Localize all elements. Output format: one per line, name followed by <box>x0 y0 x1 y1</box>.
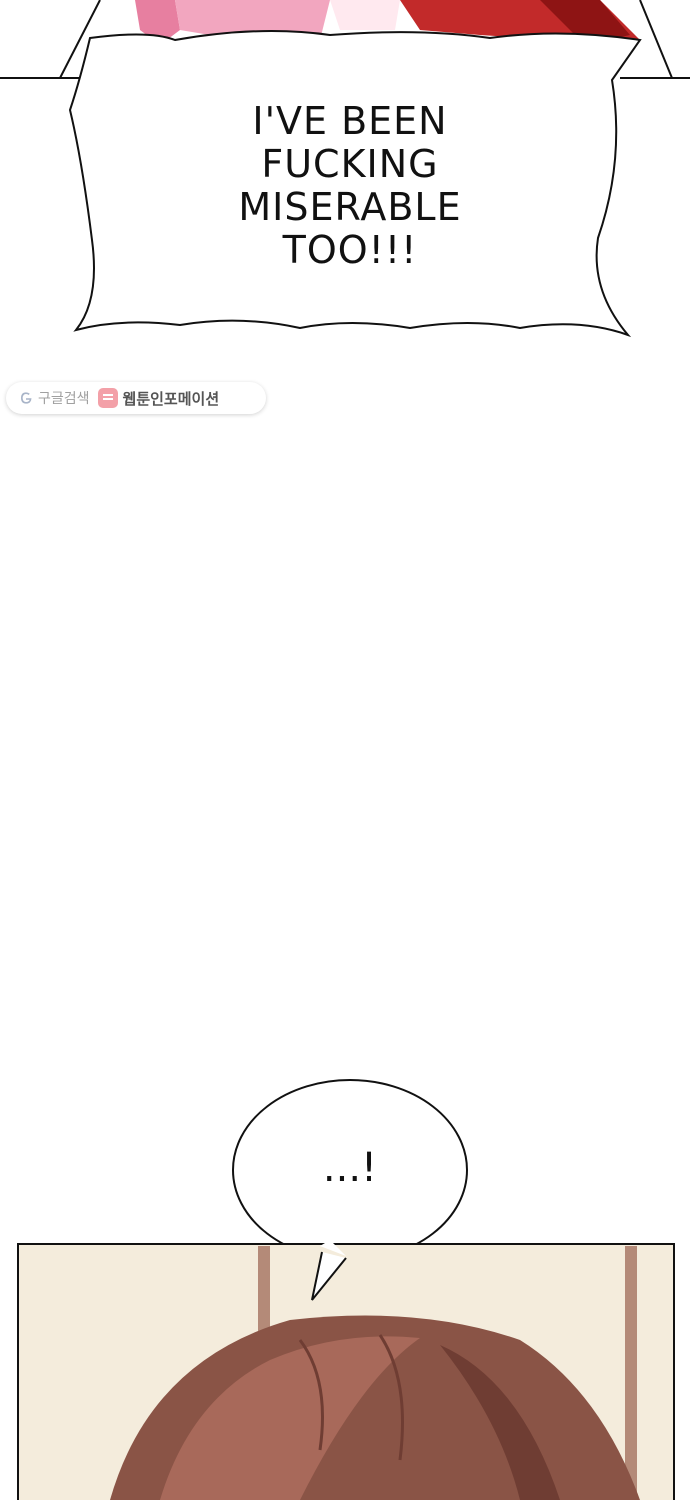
webtoon-logo-icon <box>97 388 118 408</box>
speech-bubble-text: ...! <box>322 1145 378 1191</box>
shout-line-3: MISERABLE <box>238 185 462 229</box>
shout-line-1: I'VE BEEN <box>252 99 448 143</box>
shout-line-4: TOO!!! <box>282 228 418 272</box>
shout-line-2: FUCKING <box>261 142 439 186</box>
watermark-brand-label: 웹툰인포메이션 <box>122 389 220 408</box>
shout-text: I'VE BEEN FUCKING MISERABLE TOO!!! <box>150 100 550 272</box>
watermark-search-label: 구글검색 <box>38 391 90 407</box>
watermark-badge[interactable]: 구글검색 웹툰인포메이션 <box>6 382 266 414</box>
bottom-panel <box>17 1243 675 1500</box>
google-g-icon <box>21 392 32 404</box>
